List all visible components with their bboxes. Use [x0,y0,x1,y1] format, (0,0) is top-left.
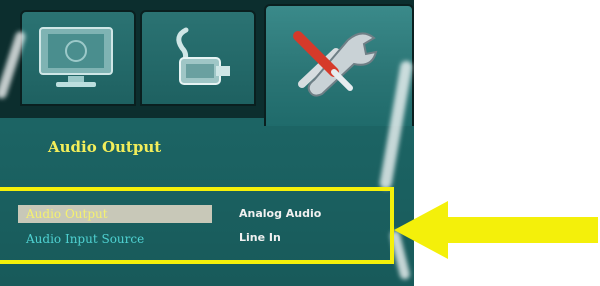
tools-icon [293,31,378,97]
highlight-box [0,187,394,264]
section-title: Audio Output [48,138,162,156]
tab-bar [0,0,414,126]
tab-connection[interactable] [140,10,256,106]
monitor-icon [39,27,113,87]
tab-setup[interactable] [264,4,414,126]
connector-icon [176,27,230,85]
tab-display[interactable] [20,10,136,106]
pointer-arrow-icon [394,201,598,259]
